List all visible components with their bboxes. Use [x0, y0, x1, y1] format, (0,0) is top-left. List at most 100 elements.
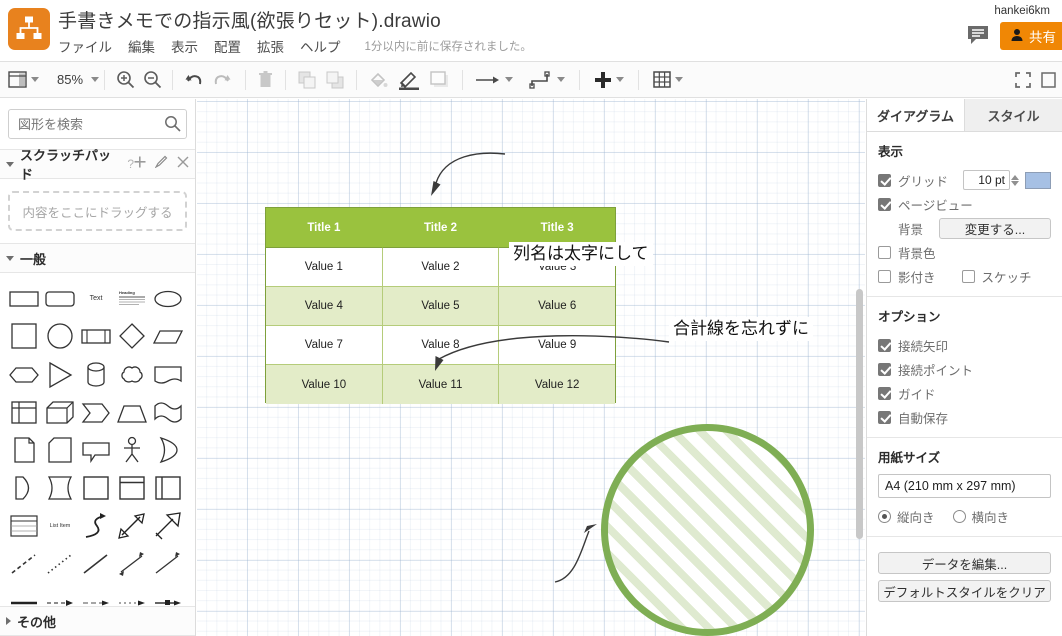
grid-checkbox[interactable]	[878, 173, 891, 187]
bring-to-front-icon[interactable]	[298, 65, 316, 95]
parallelogram-shape[interactable]	[150, 317, 186, 355]
zoom-out-icon[interactable]	[143, 65, 162, 95]
canvas-vertical-scrollbar[interactable]	[856, 289, 863, 539]
table-icon[interactable]	[653, 65, 671, 95]
share-button[interactable]: 共有	[1000, 22, 1062, 50]
paper-size-select[interactable]: A4 (210 mm x 297 mm)	[878, 474, 1051, 498]
dotted-line-shape[interactable]	[42, 545, 78, 583]
shadow-icon[interactable]	[430, 65, 450, 95]
menu-help[interactable]: ヘルプ	[300, 36, 341, 56]
undo-icon[interactable]	[183, 65, 203, 95]
table-header-cell[interactable]: Title 1	[266, 208, 383, 248]
table-cell[interactable]: Value 7	[266, 326, 383, 365]
grid-size-stepper[interactable]	[1011, 174, 1019, 186]
ellipse-shape[interactable]	[150, 279, 186, 317]
callout-shape[interactable]	[78, 431, 114, 469]
format-panel-icon[interactable]	[1041, 65, 1056, 95]
card-shape[interactable]	[42, 431, 78, 469]
send-to-back-icon[interactable]	[326, 65, 344, 95]
redo-icon[interactable]	[213, 65, 233, 95]
trapezoid-shape[interactable]	[114, 393, 150, 431]
menu-view[interactable]: 表示	[171, 36, 198, 56]
directional-connector-shape[interactable]	[150, 545, 186, 583]
search-icon[interactable]	[164, 115, 181, 137]
curve-arrow-shape[interactable]	[78, 507, 114, 545]
table-shape[interactable]: Title 1 Title 2 Title 3 Value 1 Value 2 …	[265, 207, 616, 404]
internal-storage-shape[interactable]	[6, 393, 42, 431]
bidirectional-connector-shape[interactable]	[114, 545, 150, 583]
shadow-checkbox[interactable]	[878, 269, 891, 283]
zoom-level[interactable]: 85%	[53, 72, 87, 87]
horizontal-container-shape[interactable]	[150, 469, 186, 507]
and-shape[interactable]	[6, 469, 42, 507]
menu-file[interactable]: ファイル	[58, 36, 112, 56]
or-shape[interactable]	[150, 431, 186, 469]
triangle-shape[interactable]	[42, 355, 78, 393]
zoom-caret-icon[interactable]	[91, 77, 99, 82]
portrait-radio[interactable]	[878, 509, 891, 523]
scratchpad-edit-icon[interactable]	[154, 155, 168, 173]
annotation-total-line[interactable]: 合計線を忘れずに	[669, 317, 813, 342]
link-shape[interactable]	[78, 545, 114, 583]
menu-extras[interactable]: 拡張	[257, 36, 284, 56]
tape-shape[interactable]	[150, 393, 186, 431]
note-shape[interactable]	[6, 431, 42, 469]
tab-diagram[interactable]: ダイアグラム	[867, 99, 964, 131]
container-shape[interactable]	[78, 469, 114, 507]
section-scratchpad[interactable]: スクラッチパッド ?	[0, 148, 195, 182]
list-shape[interactable]	[6, 507, 42, 545]
panel-layout-icon[interactable]	[8, 65, 27, 95]
search-input[interactable]	[8, 109, 187, 139]
table-cell[interactable]: Value 5	[382, 287, 500, 326]
scratchpad-close-icon[interactable]	[177, 155, 189, 173]
table-cell[interactable]: Value 4	[266, 287, 383, 326]
autosave-checkbox[interactable]	[878, 410, 891, 424]
hexagon-shape[interactable]	[6, 355, 42, 393]
stepper-down-icon[interactable]	[1011, 180, 1019, 186]
scratchpad-help-icon[interactable]: ?	[127, 157, 134, 171]
stepper-up-icon[interactable]	[1011, 174, 1019, 180]
circle-shape[interactable]	[42, 317, 78, 355]
tab-style[interactable]: スタイル	[964, 99, 1062, 131]
connection-points-checkbox[interactable]	[878, 362, 891, 376]
background-color-checkbox[interactable]	[878, 245, 891, 259]
diagram-canvas[interactable]: Title 1 Title 2 Title 3 Value 1 Value 2 …	[197, 99, 865, 636]
table-cell[interactable]: Value 6	[499, 287, 616, 326]
waypoint-caret-icon[interactable]	[557, 77, 565, 82]
diamond-shape[interactable]	[114, 317, 150, 355]
connection-arrows-checkbox[interactable]	[878, 338, 891, 352]
vertical-container-shape[interactable]	[114, 469, 150, 507]
grid-color-swatch[interactable]	[1025, 171, 1051, 189]
scratchpad-dropzone[interactable]: 内容をここにドラッグする	[8, 191, 187, 231]
square-shape[interactable]	[6, 317, 42, 355]
rounded-rectangle-shape[interactable]	[42, 279, 78, 317]
trash-icon[interactable]	[258, 65, 273, 95]
table-cell[interactable]: Value 1	[266, 248, 383, 287]
text-shape[interactable]: Text	[78, 279, 114, 317]
bidirectional-arrow-shape[interactable]	[114, 507, 150, 545]
drawio-logo-icon[interactable]	[8, 8, 50, 50]
cloud-shape[interactable]	[114, 355, 150, 393]
dashed-line-shape[interactable]	[6, 545, 42, 583]
arrow-shape[interactable]	[150, 507, 186, 545]
table-cell[interactable]: Value 2	[382, 248, 500, 287]
section-other[interactable]: その他	[0, 606, 195, 636]
change-background-button[interactable]: 変更する...	[939, 217, 1051, 239]
fullscreen-icon[interactable]	[1015, 65, 1031, 95]
table-header-cell[interactable]: Title 2	[382, 208, 500, 248]
fill-color-icon[interactable]	[369, 65, 388, 95]
grid-size-input[interactable]	[963, 170, 1010, 190]
comment-icon[interactable]	[966, 24, 990, 46]
page-view-checkbox[interactable]	[878, 197, 891, 211]
menu-edit[interactable]: 編集	[128, 36, 155, 56]
annotation-column-bold[interactable]: 列名は太字にして	[509, 242, 653, 267]
step-shape[interactable]	[78, 393, 114, 431]
sketch-checkbox[interactable]	[961, 269, 975, 283]
data-storage-shape[interactable]	[42, 469, 78, 507]
table-cell[interactable]: Value 12	[499, 365, 616, 404]
actor-shape[interactable]	[114, 431, 150, 469]
table-caret-icon[interactable]	[675, 77, 683, 82]
list-item-shape[interactable]: List Item	[42, 507, 78, 545]
guides-checkbox[interactable]	[878, 386, 891, 400]
hatched-circle-shape[interactable]	[601, 424, 814, 636]
